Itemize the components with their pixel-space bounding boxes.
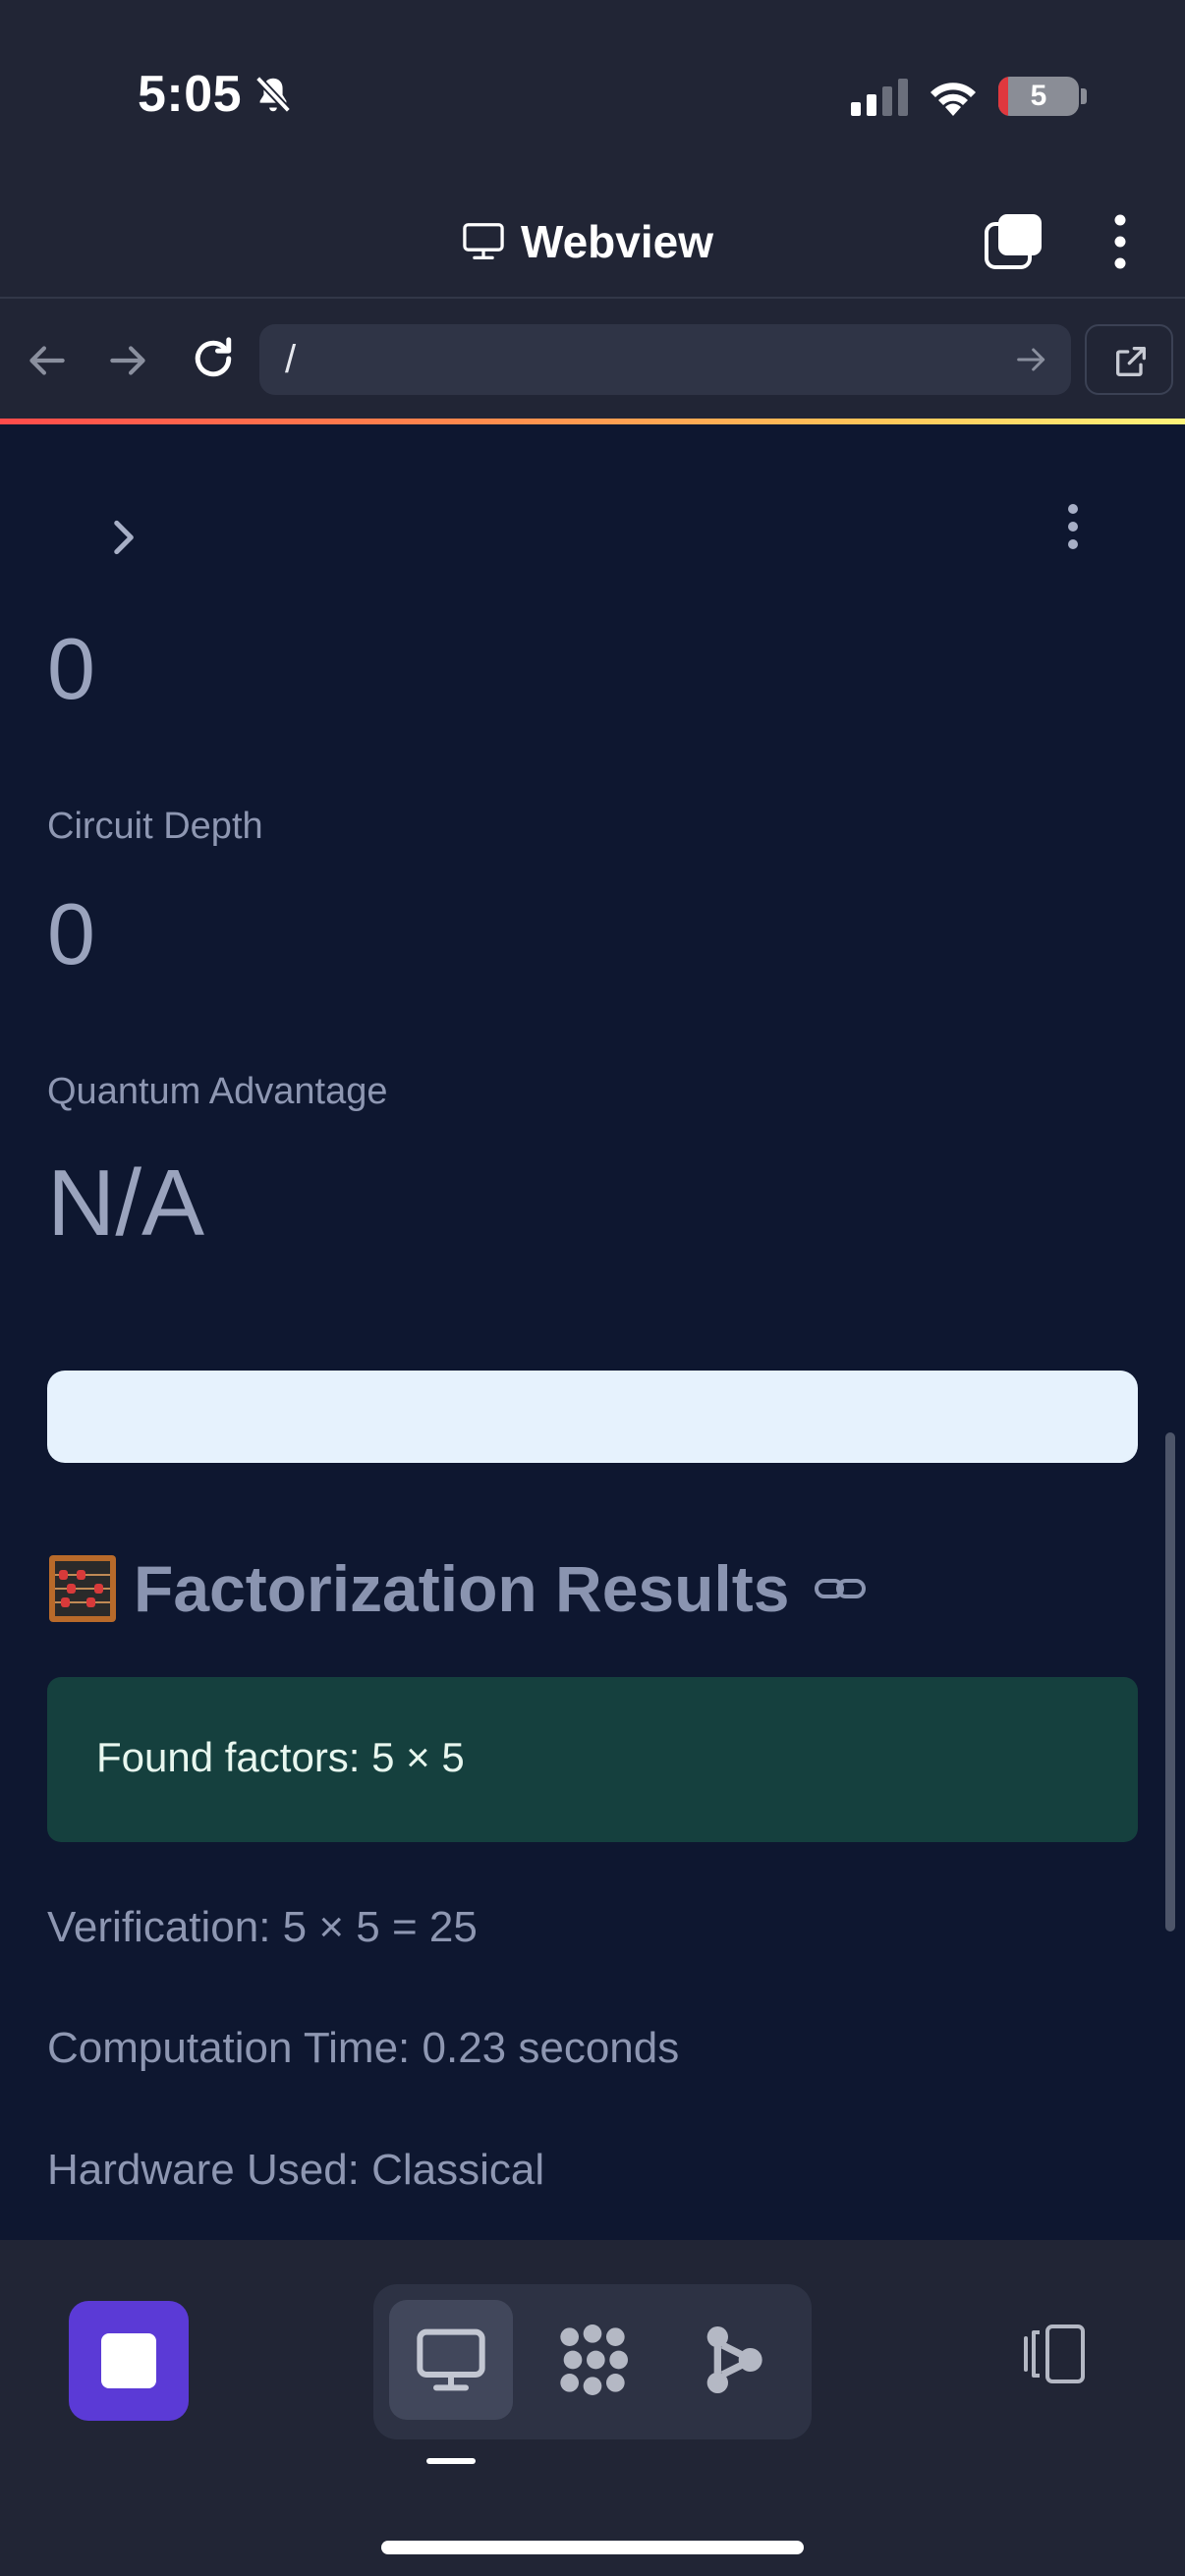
cellular-signal-icon: [851, 79, 908, 116]
metric-label: Quantum Advantage: [47, 1071, 388, 1112]
verification-text: Verification: 5 × 5 = 25: [47, 1903, 478, 1951]
forward-arrow-icon[interactable]: [104, 336, 153, 385]
page-menu-icon[interactable]: [1051, 499, 1095, 554]
hardware-text: Hardware Used: Classical: [47, 2146, 545, 2194]
monitor-icon: [463, 223, 504, 259]
stop-button[interactable]: [69, 2301, 189, 2421]
chevron-right-icon[interactable]: [98, 513, 147, 562]
battery-level: 5: [1030, 80, 1047, 112]
bell-slash-icon: [254, 76, 292, 113]
section-header: Factorization Results: [47, 1544, 868, 1633]
status-bar: 5:05 5: [0, 0, 1185, 187]
scrollbar[interactable]: [1165, 1432, 1175, 1932]
app-root: 5:05 5 Webview / 0 Circuit Depth 0 Quant…: [0, 0, 1185, 2576]
success-alert: Found factors: 5 × 5: [47, 1677, 1138, 1842]
branch-icon: [706, 2326, 762, 2393]
metric-value: 0: [47, 620, 95, 717]
link-icon[interactable]: [813, 1569, 868, 1608]
desktop-view-button[interactable]: [389, 2300, 513, 2420]
branch-view-button[interactable]: [672, 2300, 796, 2420]
dots-grid-icon: [560, 2324, 628, 2395]
wifi-icon: [931, 83, 976, 116]
url-text: /: [285, 338, 297, 381]
back-arrow-icon[interactable]: [22, 336, 71, 385]
webview-title: Webview: [521, 216, 713, 267]
open-external-icon: [1116, 347, 1146, 376]
webview-title-group: Webview: [462, 214, 713, 269]
reload-icon[interactable]: [187, 332, 240, 385]
progress-bar: [47, 1371, 1138, 1463]
success-message: Found factors: 5 × 5: [96, 1734, 465, 1780]
abacus-icon: [49, 1555, 116, 1622]
section-title: Factorization Results: [134, 1552, 790, 1625]
stop-icon: [101, 2333, 156, 2388]
metric-value: N/A: [47, 1150, 205, 1256]
computation-time-text: Computation Time: 0.23 seconds: [47, 2024, 680, 2072]
tabs-icon[interactable]: [985, 214, 1044, 269]
desktop-icon: [417, 2328, 485, 2391]
url-input[interactable]: /: [259, 324, 1071, 395]
home-indicator: [381, 2541, 804, 2554]
metric-value: 0: [47, 885, 95, 982]
page-content: 0 Circuit Depth 0 Quantum Advantage N/A …: [0, 424, 1185, 2240]
active-view-indicator: [426, 2458, 476, 2464]
open-external-button[interactable]: [1085, 324, 1173, 395]
status-time: 5:05: [138, 66, 243, 123]
url-bar: /: [0, 301, 1185, 419]
go-arrow-icon[interactable]: [1012, 340, 1051, 379]
battery-icon: 5: [998, 77, 1079, 116]
metric-label: Circuit Depth: [47, 806, 263, 847]
webview-header: Webview: [0, 187, 1185, 299]
battery-tip: [1081, 88, 1087, 104]
view-switcher: [373, 2284, 812, 2439]
dots-view-button[interactable]: [531, 2300, 654, 2420]
more-vertical-icon[interactable]: [1100, 210, 1140, 273]
panel-icon[interactable]: [1018, 2319, 1089, 2389]
bottom-toolbar: [0, 2240, 1185, 2576]
